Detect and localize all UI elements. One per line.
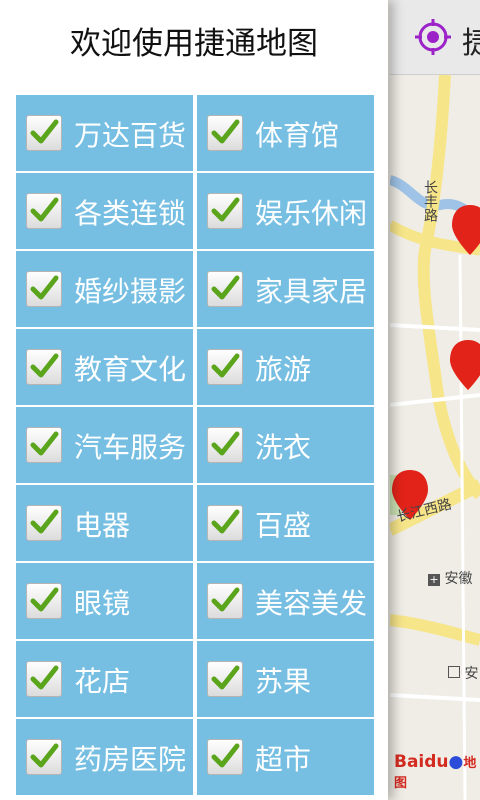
hospital-icon: + [428,573,440,586]
category-toggle[interactable]: 教育文化 [16,329,193,405]
poi-label-anhui: + 安徽 [428,571,473,587]
category-label: 花店 [74,665,131,698]
checkmark-icon [30,509,59,534]
category-checkbox[interactable] [207,661,243,697]
category-checkbox[interactable] [26,739,62,775]
map-title: 捷 [462,26,480,61]
category-toggle[interactable]: 超市 [197,719,374,795]
checkmark-icon [211,197,240,222]
category-toggle[interactable]: 各类连锁 [16,173,193,249]
category-toggle[interactable]: 眼镜 [16,563,193,639]
drawer-title: 欢迎使用捷通地图 [70,26,318,62]
checkmark-icon [211,353,240,378]
checkmark-icon [30,431,59,456]
checkmark-icon [211,509,240,534]
paw-icon: ● [448,752,464,772]
category-toggle[interactable]: 美容美发 [197,563,374,639]
category-toggle[interactable]: 药房医院 [16,719,193,795]
category-toggle[interactable]: 苏果 [197,641,374,717]
checkmark-icon [211,587,240,612]
category-label: 万达百货 [74,119,187,152]
category-checkbox[interactable] [26,583,62,619]
checkmark-icon [30,197,59,222]
category-label: 苏果 [255,665,312,698]
category-checkbox[interactable] [207,271,243,307]
category-label: 药房医院 [74,743,187,776]
category-label: 婚纱摄影 [74,275,187,308]
category-toggle[interactable]: 娱乐休闲 [197,173,374,249]
checkmark-icon [211,119,240,144]
category-checkbox[interactable] [26,349,62,385]
category-label: 各类连锁 [74,197,187,230]
category-label: 超市 [255,743,312,776]
category-checkbox[interactable] [207,193,243,229]
category-label: 美容美发 [255,587,368,620]
category-checkbox[interactable] [207,427,243,463]
category-label: 电器 [74,509,131,542]
category-checkbox[interactable] [26,271,62,307]
map-canvas[interactable]: 长丰路 长江西路 + 安徽 安 [390,75,480,800]
category-label: 汽车服务 [74,431,187,464]
category-toggle[interactable]: 旅游 [197,329,374,405]
checkmark-icon [30,353,59,378]
checkmark-icon [30,119,59,144]
locate-target-icon[interactable] [414,18,452,56]
category-checkbox[interactable] [207,349,243,385]
checkmark-icon [211,275,240,300]
baidu-logo: Baidu●地图 [394,752,477,791]
category-checkbox[interactable] [207,505,243,541]
category-toggle[interactable]: 洗衣 [197,407,374,483]
category-label: 洗衣 [255,431,312,464]
category-toggle[interactable]: 百盛 [197,485,374,561]
category-toggle[interactable]: 花店 [16,641,193,717]
category-toggle[interactable]: 电器 [16,485,193,561]
checkmark-icon [30,743,59,768]
building-icon [448,666,460,678]
checkmark-icon [30,587,59,612]
map-marker[interactable] [450,340,480,390]
poi-label-an: 安 [448,663,478,683]
category-drawer: 欢迎使用捷通地图 万达百货 体育馆各类连锁 娱乐休闲婚纱摄影 家具家居教育文化 旅游汽车… [0,0,388,800]
category-checkbox[interactable] [207,739,243,775]
checkmark-icon [211,743,240,768]
category-label: 旅游 [255,353,312,386]
category-toggle[interactable]: 家具家居 [197,251,374,327]
category-checkbox[interactable] [26,661,62,697]
category-checkbox[interactable] [26,193,62,229]
category-checkbox[interactable] [26,115,62,151]
category-label: 家具家居 [255,275,368,308]
category-label: 体育馆 [255,119,340,152]
checkmark-icon [30,275,59,300]
category-toggle[interactable]: 体育馆 [197,95,374,171]
category-toggle[interactable]: 汽车服务 [16,407,193,483]
category-label: 教育文化 [74,353,187,386]
category-checkbox[interactable] [207,115,243,151]
checkmark-icon [30,665,59,690]
category-checkbox[interactable] [26,505,62,541]
road-label-changfeng: 长丰路 [422,180,438,222]
checkmark-icon [211,431,240,456]
category-label: 娱乐休闲 [255,197,368,230]
category-toggle[interactable]: 婚纱摄影 [16,251,193,327]
category-checkbox[interactable] [207,583,243,619]
category-checkbox[interactable] [26,427,62,463]
category-toggle[interactable]: 万达百货 [16,95,193,171]
checkmark-icon [211,665,240,690]
category-label: 百盛 [255,509,312,542]
category-label: 眼镜 [74,587,131,620]
